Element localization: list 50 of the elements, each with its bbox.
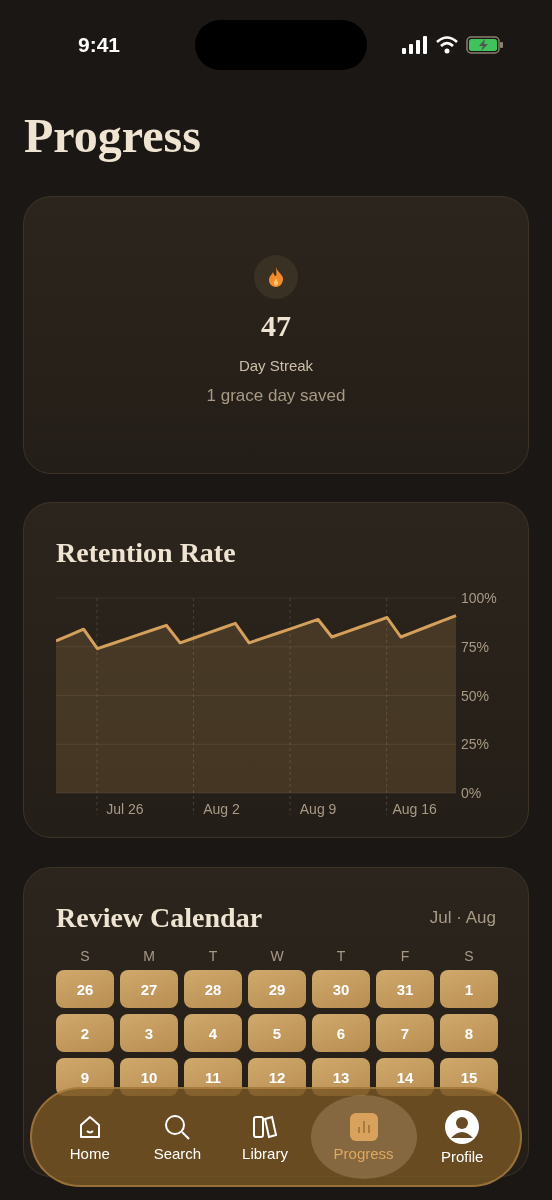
streak-count: 47 [261, 309, 291, 343]
weekday-label: M [143, 948, 155, 964]
y-axis-label: 100% [461, 593, 497, 606]
calendar-day[interactable]: 28 [184, 970, 242, 1008]
calendar-day[interactable]: 29 [248, 970, 306, 1008]
y-axis-label: 0% [461, 785, 482, 801]
flame-icon [254, 255, 298, 299]
bar-chart-icon [349, 1112, 378, 1141]
weekday-label: T [336, 948, 346, 964]
streak-label: Day Streak [238, 357, 314, 374]
tab-item[interactable]: Progress [310, 1095, 417, 1179]
calendar-day[interactable]: 5 [248, 1014, 306, 1052]
calendar-day[interactable]: 4 [184, 1014, 242, 1052]
tab-item[interactable]: Library [223, 1102, 307, 1172]
x-axis-label: Aug 2 [203, 801, 240, 817]
y-axis-label: 75% [461, 638, 490, 655]
calendar-day[interactable]: 8 [440, 1014, 498, 1052]
signal-icon [402, 36, 428, 54]
status-time: 9:41 [78, 33, 122, 57]
x-axis-label: Aug 16 [392, 801, 437, 817]
page-title: Progress [24, 108, 202, 164]
battery-icon [466, 36, 504, 54]
weekday-label: T [208, 948, 218, 964]
weekday-label: S [464, 948, 474, 964]
x-axis-label: Aug 9 [299, 801, 337, 817]
search-icon [163, 1112, 192, 1141]
calendar-day[interactable]: 30 [312, 970, 370, 1008]
calendar-day[interactable]: 26 [56, 970, 114, 1008]
wifi-icon [436, 36, 458, 54]
tab-item[interactable]: Search [135, 1102, 220, 1172]
calendar-day[interactable]: 27 [120, 970, 178, 1008]
grace-note: 1 grace day saved [206, 386, 346, 406]
calendar-day[interactable]: 7 [376, 1014, 434, 1052]
tab-item[interactable]: Profile [420, 1102, 505, 1172]
weekday-label: S [80, 948, 90, 964]
profile-icon [445, 1109, 480, 1144]
tab-item[interactable]: Home [47, 1102, 132, 1172]
calendar-day[interactable]: 2 [56, 1014, 114, 1052]
y-axis-label: 25% [461, 736, 490, 753]
calendar-day[interactable]: 31 [376, 970, 434, 1008]
y-axis-label: 50% [461, 687, 490, 704]
weekday-label: W [270, 948, 284, 964]
card-title: Retention Rate [56, 537, 237, 569]
calendar-day[interactable]: 6 [312, 1014, 370, 1052]
month-range: Jul · Aug [429, 908, 496, 928]
calendar-day[interactable]: 3 [120, 1014, 178, 1052]
weekday-label: F [400, 948, 410, 964]
card-title: Review Calendar [56, 902, 263, 934]
calendar-day[interactable]: 1 [440, 970, 498, 1008]
x-axis-label: Jul 26 [106, 801, 144, 817]
